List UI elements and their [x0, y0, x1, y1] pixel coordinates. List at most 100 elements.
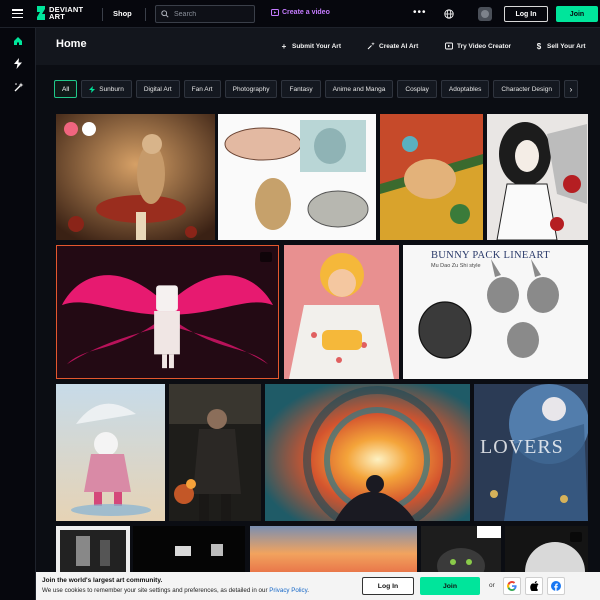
sell-art-button[interactable]: $ Sell Your Art: [535, 41, 586, 51]
sidebar-item-home[interactable]: [10, 34, 26, 48]
artwork-title-text: BUNNY PACK LINEART: [431, 250, 550, 261]
more-options-icon[interactable]: •••: [413, 8, 427, 18]
artwork-subtitle-text: Mu Dao Zu Shi style: [431, 263, 481, 269]
home-header: Home + Submit Your Art Create AI Art Try…: [36, 28, 600, 65]
chip-fantasy[interactable]: Fantasy: [281, 80, 321, 98]
apple-icon: [529, 581, 538, 591]
gallery-item[interactable]: [133, 526, 245, 572]
try-video-creator-button[interactable]: Try Video Creator: [445, 42, 511, 50]
gallery-item[interactable]: [218, 114, 376, 240]
gallery-item[interactable]: [265, 384, 470, 521]
divider: [102, 8, 103, 21]
globe-icon[interactable]: [444, 9, 454, 19]
sunburn-badge-icon: [64, 122, 78, 136]
google-login-button[interactable]: [503, 577, 521, 595]
artwork-sunset-sky: [250, 526, 417, 572]
artwork-colorful-figures: [380, 114, 483, 240]
avatar[interactable]: [478, 7, 492, 21]
submit-art-label: Submit Your Art: [292, 42, 341, 50]
sidebar-item-sunburn[interactable]: [10, 56, 26, 70]
deviantart-logo[interactable]: DEVIANT ART: [36, 6, 83, 20]
facebook-icon: [551, 581, 561, 591]
artwork-girl-umbrella: [56, 384, 165, 521]
gallery-item[interactable]: BUNNY PACK LINEART Mu Dao Zu Shi style: [403, 245, 588, 379]
chip-digital-art[interactable]: Digital Art: [135, 80, 180, 98]
gallery-item[interactable]: [284, 245, 399, 379]
chip-sunburn-label: Sunburn: [99, 85, 124, 93]
artwork-magenta-creature: [57, 246, 278, 378]
login-button[interactable]: Log In: [504, 6, 548, 22]
cookie-text: We use cookies to remember your site set…: [42, 587, 310, 594]
cookie-title: Join the world's largest art community.: [42, 577, 163, 584]
chip-fan-art[interactable]: Fan Art: [183, 80, 221, 98]
artwork-dark-warrior: [169, 384, 261, 521]
page-title: Home: [56, 38, 87, 50]
create-video-link[interactable]: Create a video: [271, 9, 330, 16]
filter-chips: All Sunburn Digital Art Fan Art Photogra…: [54, 80, 578, 98]
divider: [145, 8, 146, 21]
points-badge-icon: [82, 122, 96, 136]
bolt-icon: [14, 57, 22, 69]
sidebar: [0, 28, 36, 600]
facebook-login-button[interactable]: [547, 577, 565, 595]
gallery-item[interactable]: [487, 114, 588, 240]
search-box[interactable]: [155, 5, 255, 23]
hamburger-menu-icon[interactable]: [12, 9, 23, 19]
collection-icon: [570, 532, 582, 542]
plus-icon: +: [281, 41, 287, 51]
gallery-item[interactable]: [380, 114, 483, 240]
create-video-label: Create a video: [282, 9, 330, 16]
apple-login-button[interactable]: [525, 577, 543, 595]
google-icon: [507, 581, 517, 591]
gallery-item[interactable]: [56, 245, 279, 379]
artwork-fairy-mushroom: [56, 114, 215, 240]
home-icon: [14, 37, 22, 45]
video-icon: [271, 9, 279, 16]
search-input[interactable]: [174, 10, 254, 18]
join-button[interactable]: Join: [556, 6, 598, 22]
sparkle-wand-icon: [14, 82, 23, 91]
chip-sunburn[interactable]: Sunburn: [81, 80, 132, 98]
create-ai-art-button[interactable]: Create AI Art: [367, 42, 418, 50]
try-video-creator-label: Try Video Creator: [457, 42, 512, 50]
gallery-item[interactable]: [505, 526, 588, 572]
video-icon: [445, 42, 453, 50]
sell-art-label: Sell Your Art: [547, 42, 586, 50]
gallery-item[interactable]: [56, 384, 165, 521]
cookie-join-button[interactable]: Join: [420, 577, 480, 595]
or-separator: or: [489, 582, 495, 589]
chip-anime-manga[interactable]: Anime and Manga: [324, 80, 394, 98]
shop-link[interactable]: Shop: [113, 9, 132, 18]
gallery-item[interactable]: [421, 526, 501, 572]
search-icon: [161, 10, 169, 18]
cookie-login-button[interactable]: Log In: [362, 577, 414, 595]
create-ai-art-label: Create AI Art: [379, 42, 419, 50]
artwork-sunset-swirl: [265, 384, 470, 521]
chip-photography[interactable]: Photography: [224, 80, 278, 98]
gallery-item[interactable]: [250, 526, 417, 572]
cookie-banner: Join the world's largest art community. …: [36, 572, 600, 600]
submit-art-button[interactable]: + Submit Your Art: [280, 41, 341, 51]
chip-adoptables[interactable]: Adoptables: [440, 80, 490, 98]
collection-icon: [260, 252, 272, 262]
chevron-right-icon[interactable]: ›: [563, 80, 578, 98]
privacy-policy-link[interactable]: Privacy Policy: [269, 587, 307, 594]
artwork-bw-street: [56, 526, 130, 572]
gallery-item[interactable]: [169, 384, 261, 521]
gallery-item[interactable]: [56, 114, 215, 240]
gallery-item[interactable]: [56, 526, 130, 572]
gallery-item[interactable]: LOVERS: [474, 384, 588, 521]
artwork-dark-lights: [133, 526, 245, 572]
chip-all[interactable]: All: [54, 80, 78, 98]
artwork-title-text: LOVERS: [480, 436, 564, 458]
artwork-cat: [421, 526, 501, 572]
logo-text-line2: ART: [49, 12, 66, 21]
chip-cosplay[interactable]: Cosplay: [397, 80, 437, 98]
top-bar: DEVIANT ART Shop Create a video ••• Log …: [0, 0, 600, 28]
sparkle-icon: [367, 42, 375, 50]
chip-character-design[interactable]: Character Design: [493, 80, 560, 98]
dollar-icon: $: [536, 41, 542, 51]
artwork-blonde-couple: [284, 245, 399, 379]
artwork-walrus-sketches: [218, 114, 376, 240]
sidebar-item-ai[interactable]: [10, 80, 26, 94]
